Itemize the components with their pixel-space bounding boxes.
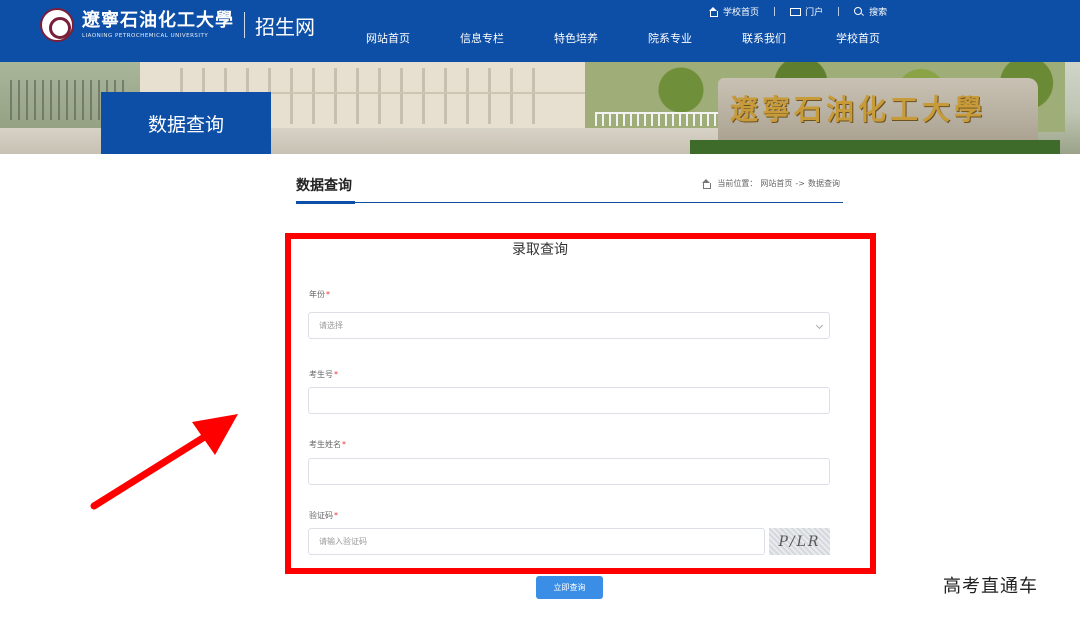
banner-label: 数据查询 — [101, 92, 271, 154]
home-icon — [701, 178, 712, 189]
logo-chinese-name: 遼寧石油化工大學 — [82, 10, 234, 31]
chevron-down-icon — [815, 321, 824, 330]
campus-stone-inscription: 遼寧石油化工大學 — [730, 93, 987, 126]
breadcrumb: 当前位置： 网站首页 -> 数据查询 — [701, 178, 840, 189]
candidate-name-label: 考生姓名* — [309, 440, 346, 449]
breadcrumb-home-link[interactable]: 网站首页 — [760, 178, 792, 189]
page: 遼寧石油化工大學 LIAONING PETROCHEMICAL UNIVERSI… — [0, 0, 1080, 623]
portal-icon — [790, 7, 802, 17]
top-link-school-home[interactable]: 学校首页 — [708, 5, 759, 18]
logo-divider — [244, 12, 245, 38]
university-logo[interactable]: 遼寧石油化工大學 LIAONING PETROCHEMICAL UNIVERSI… — [40, 8, 315, 42]
top-link-search[interactable]: 搜索 — [854, 5, 887, 18]
nav-item-site-home[interactable]: 网站首页 — [366, 30, 410, 46]
submit-query-button[interactable]: 立即查询 — [536, 576, 603, 599]
campus-banner: 遼寧石油化工大學 数据查询 — [0, 62, 1080, 154]
watermark: 高考直通车 — [943, 576, 1038, 597]
logo-english-name: LIAONING PETROCHEMICAL UNIVERSITY — [82, 33, 209, 39]
site-name: 招生网 — [255, 14, 315, 39]
nav-item-contact[interactable]: 联系我们 — [742, 30, 786, 46]
nav-item-departments[interactable]: 院系专业 — [648, 30, 692, 46]
university-seal-icon — [40, 8, 74, 42]
exam-number-input[interactable] — [308, 387, 830, 414]
exam-number-label: 考生号* — [309, 370, 338, 379]
nav-item-school-home[interactable]: 学校首页 — [836, 30, 880, 46]
captcha-input[interactable]: 请输入验证码 — [308, 528, 765, 555]
form-title: 录取查询 — [512, 242, 568, 258]
search-icon — [854, 6, 864, 17]
section-divider — [296, 202, 843, 203]
top-link-portal[interactable]: 门户 — [790, 5, 823, 18]
breadcrumb-current: 数据查询 — [808, 179, 840, 188]
site-header: 遼寧石油化工大學 LIAONING PETROCHEMICAL UNIVERSI… — [0, 0, 1080, 62]
captcha-label: 验证码* — [309, 511, 338, 520]
section-title-underline — [296, 201, 355, 204]
captcha-image[interactable]: P/LR — [769, 528, 830, 555]
home-icon — [708, 6, 718, 17]
main-nav: 网站首页 信息专栏 特色培养 院系专业 联系我们 学校首页 — [366, 30, 930, 46]
page-title: 数据查询 — [296, 178, 352, 194]
nav-item-info[interactable]: 信息专栏 — [460, 30, 504, 46]
year-select[interactable]: 请选择 — [308, 312, 830, 339]
nav-item-featured-training[interactable]: 特色培养 — [554, 30, 598, 46]
top-links: 学校首页 | 门户 | 搜索 — [708, 5, 887, 18]
year-label: 年份* — [309, 290, 330, 299]
candidate-name-input[interactable] — [308, 458, 830, 485]
